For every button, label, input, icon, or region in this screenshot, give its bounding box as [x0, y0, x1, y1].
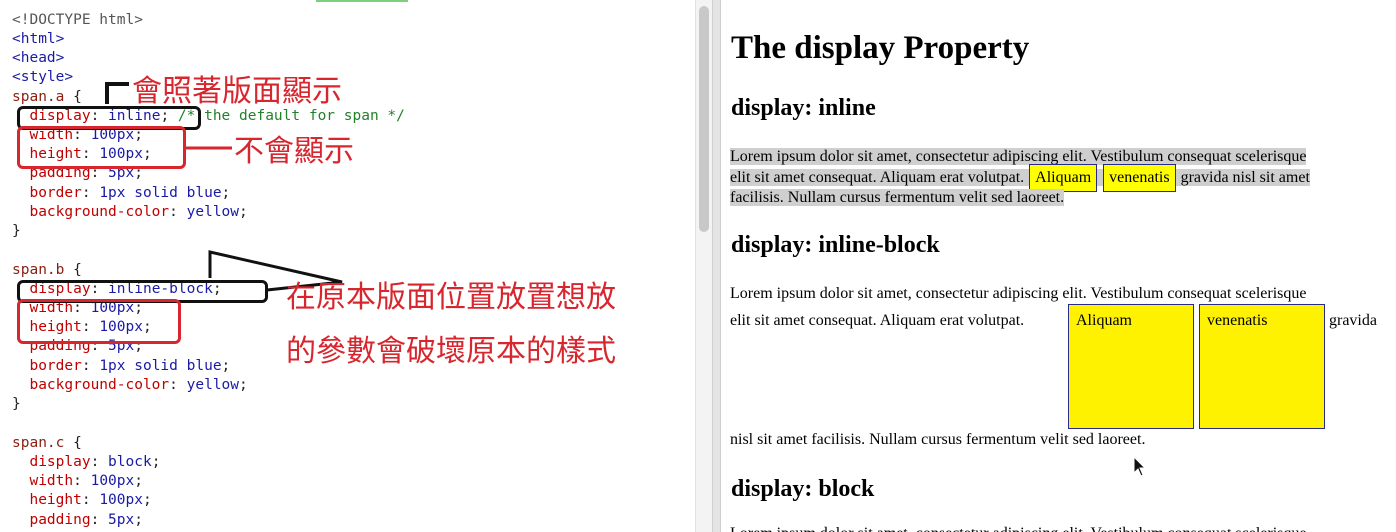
- code-line-b-background[interactable]: background-color: yellow;: [12, 376, 247, 395]
- code-line-c-display[interactable]: display: block;: [12, 453, 160, 472]
- heading-inline-block: display: inline-block: [731, 232, 940, 258]
- code-line-a-background[interactable]: background-color: yellow;: [12, 203, 247, 222]
- code-line-span-a-selector[interactable]: span.a {: [12, 88, 82, 107]
- code-line-a-close[interactable]: }: [12, 222, 21, 241]
- code-line-c-width[interactable]: width: 100px;: [12, 472, 143, 491]
- code-line-a-border[interactable]: border: 1px solid blue;: [12, 184, 230, 203]
- block-paragraph-line-1: Lorem ipsum dolor sit amet, consectetur …: [730, 524, 1306, 532]
- mouse-pointer-icon: [1133, 456, 1147, 477]
- code-line-span-b-selector[interactable]: span.b {: [12, 261, 82, 280]
- code-line-c-height[interactable]: height: 100px;: [12, 491, 151, 510]
- annotation-breaks-style-line1: 在原本版面位置放置想放: [286, 280, 616, 315]
- annotation-not-shown: 不會顯示: [234, 134, 354, 169]
- page-title: The display Property: [731, 30, 1030, 66]
- inline-block-paragraph-line-3: nisl sit amet facilisis. Nullam cursus f…: [730, 431, 1146, 448]
- editor-scrollbar[interactable]: [695, 0, 713, 532]
- code-line-b-border[interactable]: border: 1px solid blue;: [12, 357, 230, 376]
- active-tab-indicator: [316, 0, 408, 2]
- code-line-b-close[interactable]: }: [12, 395, 21, 414]
- result-preview-pane[interactable]: The display Property display: inline Lor…: [721, 0, 1396, 532]
- inline-block-paragraph-line-2b: gravida: [1329, 312, 1377, 329]
- inline-block-paragraph-line-1: Lorem ipsum dolor sit amet, consectetur …: [730, 285, 1307, 302]
- code-line-span-c-selector[interactable]: span.c {: [12, 434, 82, 453]
- code-line-doctype[interactable]: <!DOCTYPE html>: [12, 11, 143, 30]
- inline-block-span-aliquam: Aliquam: [1068, 304, 1194, 429]
- annotation-box-size-inline: [17, 126, 186, 169]
- annotation-bracket-inline: [105, 82, 129, 104]
- inline-block-paragraph-line-2a: elit sit amet consequat. Aliquam erat vo…: [730, 312, 1025, 329]
- code-line-html[interactable]: <html>: [12, 30, 64, 49]
- heading-inline: display: inline: [731, 95, 876, 121]
- heading-block: display: block: [731, 476, 875, 502]
- code-line-head[interactable]: <head>: [12, 49, 64, 68]
- annotation-breaks-style-line2: 的參數會破壞原本的樣式: [286, 334, 616, 369]
- annotation-box-size-inline-block: [17, 299, 181, 344]
- inline-block-span-venenatis: venenatis: [1199, 304, 1325, 429]
- code-line-c-padding[interactable]: padding: 5px;: [12, 511, 143, 530]
- pane-resize-divider[interactable]: [712, 0, 721, 532]
- annotation-shows-per-layout: 會照著版面顯示: [132, 74, 342, 109]
- inline-span-venenatis: venenatis: [1103, 164, 1176, 192]
- code-line-style[interactable]: <style>: [12, 68, 73, 87]
- editor-scroll-thumb[interactable]: [699, 6, 709, 232]
- code-editor[interactable]: <!DOCTYPE html> <html> <head> <style> sp…: [0, 0, 695, 532]
- inline-paragraph-line-3: facilisis. Nullam cursus fermentum velit…: [730, 189, 1065, 206]
